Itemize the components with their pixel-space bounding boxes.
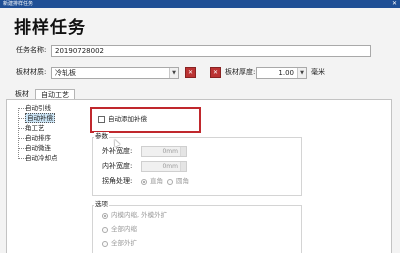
page-title: 排样任务 (14, 18, 86, 38)
chevron-down-icon[interactable]: ▼ (169, 68, 178, 78)
window-titlebar: 新建排样任务 ✕ (0, 0, 400, 8)
option-label-all-inner: 全部内缩 (111, 225, 137, 233)
tree-item-label: 自动排序 (25, 134, 51, 142)
task-name-input[interactable]: 20190728002 (51, 45, 371, 57)
window-title: 新建排样任务 (3, 1, 34, 7)
auto-compensation-checkbox[interactable] (98, 116, 105, 123)
tree-item-auto-microjoint[interactable]: 自动微连 (14, 143, 51, 153)
tree-item-label: 自动冷却点 (25, 154, 58, 162)
tree-item-label: 自动微连 (25, 144, 51, 152)
stepper-arrows-icon[interactable] (180, 147, 186, 156)
option-label-all-outer: 全部外扩 (111, 239, 137, 247)
outer-width-label: 外补宽度: (102, 147, 133, 155)
clear-thickness-icon[interactable]: ✕ (210, 67, 221, 78)
auto-compensation-label[interactable]: 自动添加补偿 (108, 114, 147, 124)
material-value: 冷轧板 (55, 69, 76, 77)
material-label: 板材材质: (16, 68, 47, 76)
thickness-unit: 毫米 (311, 68, 325, 76)
tree-item-label: 自动补偿 (25, 113, 55, 123)
thickness-select[interactable]: 1.00 ▼ (256, 67, 307, 79)
inner-width-label: 内补宽度: (102, 162, 133, 170)
close-window-icon[interactable]: ✕ (392, 0, 397, 8)
options-group-title: 选项 (94, 200, 109, 209)
task-name-label: 任务名称: (16, 46, 47, 54)
corner-right-angle-label: 直角 (150, 177, 163, 185)
tree-item-auto-lead[interactable]: 自动引线 (14, 103, 51, 113)
inner-width-stepper[interactable]: 0mm (141, 161, 187, 172)
highlight-box: 自动添加补偿 (90, 107, 201, 133)
tree-item-label: 自动引线 (25, 104, 51, 112)
tree-item-corner-process[interactable]: 角工艺 (14, 123, 45, 133)
tree-item-auto-sort[interactable]: 自动排序 (14, 133, 51, 143)
option-radio-all-outer[interactable] (102, 241, 108, 247)
tree-item-auto-cooling-point[interactable]: 自动冷却点 (14, 153, 58, 163)
inner-width-value: 0mm (162, 163, 178, 170)
tree-item-auto-compensation[interactable]: 自动补偿 (14, 113, 55, 123)
stepper-arrows-icon[interactable] (180, 162, 186, 171)
tree-item-label: 角工艺 (25, 124, 45, 132)
option-radio-all-inner[interactable] (102, 227, 108, 233)
corner-round-radio[interactable] (167, 179, 173, 185)
thickness-value: 1.00 (278, 69, 294, 77)
chevron-down-icon[interactable]: ▼ (297, 68, 306, 78)
material-select[interactable]: 冷轧板 ▼ (51, 67, 179, 79)
clear-material-icon[interactable]: ✕ (185, 67, 196, 78)
thickness-label: 板材厚度: (225, 68, 256, 76)
option-label-inner-outer: 内模内缩, 外模外扩 (111, 211, 168, 219)
corner-label: 拐角处理: (102, 177, 133, 185)
outer-width-value: 0mm (162, 148, 178, 155)
option-radio-inner-outer[interactable] (102, 213, 108, 219)
outer-width-stepper[interactable]: 0mm (141, 146, 187, 157)
corner-round-label: 圆角 (176, 177, 189, 185)
corner-right-angle-radio[interactable] (141, 179, 147, 185)
params-group-title: 参数 (94, 132, 109, 141)
